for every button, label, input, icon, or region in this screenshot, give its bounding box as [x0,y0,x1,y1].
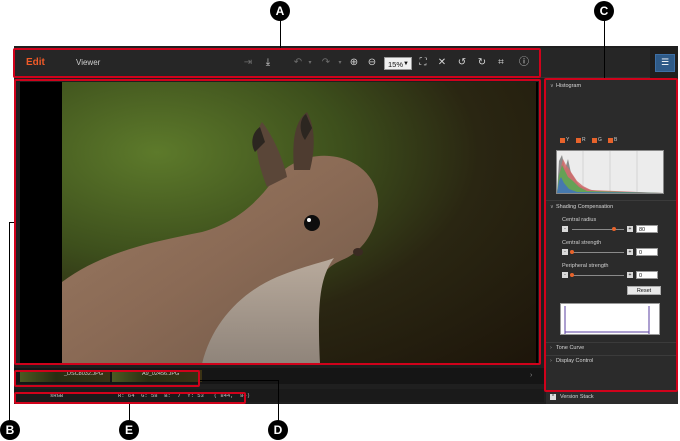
adjustments-panel-button[interactable]: ☰ [655,54,675,72]
redo-icon[interactable]: ↷ [320,57,332,69]
shading-preview-graph [560,303,660,335]
tone-curve-header[interactable]: › Tone Curve [550,345,584,351]
chevron-right-icon[interactable]: › [530,372,532,379]
zoom-out-icon[interactable]: ⊖ [366,57,378,69]
redo-history-icon[interactable]: ▾ [334,57,346,69]
callout-badge-c: C [594,1,614,21]
shading-compensation-header[interactable]: ∨ Shading Compensation [550,204,613,210]
checkbox-b[interactable] [608,138,613,143]
peripheral-strength-slider-handle[interactable] [570,273,574,277]
version-stack-label[interactable]: Version Stack [560,394,594,400]
status-bar: sRGB R: 64 G: 58 B: 7 Y: 53 ( 844, 84) [14,389,544,402]
reset-button[interactable]: Reset [627,286,661,295]
central-strength-minus-button[interactable]: - [562,249,568,255]
channel-label-y: Y [566,137,570,143]
pixel-info: R: 64 G: 58 B: 7 Y: 53 ( 844, 84) [118,392,251,399]
divider [546,355,678,356]
central-radius-input[interactable]: 80 [636,225,658,233]
central-strength-slider-handle[interactable] [570,250,574,254]
checkbox-y[interactable] [560,138,565,143]
central-strength-label: Central strength [562,240,602,246]
info-icon[interactable]: ⓘ [518,57,530,69]
adjustment-panel: ∨ Histogram Y R G B ∨ Shading Compensation [546,80,678,404]
squirrel-photo [62,82,536,364]
callout-leader-d-vertical [278,380,279,422]
save-icon[interactable]: ⤓ [262,57,274,69]
zoom-in-icon[interactable]: ⊕ [348,57,360,69]
display-control-title: Display Control [556,358,594,364]
callout-leader-c [604,20,605,78]
shading-curve [564,306,650,334]
shading-compensation-title: Shading Compensation [556,204,614,210]
zoom-value: 15% [388,60,404,69]
peripheral-strength-input[interactable]: 0 [636,271,658,279]
checkbox-r[interactable] [576,138,581,143]
divider [546,200,678,201]
export-icon[interactable]: ⇥ [242,57,254,69]
callout-badge-e: E [119,420,139,440]
display-control-header[interactable]: › Display Control [550,358,593,364]
image-view[interactable] [20,82,538,364]
central-radius-label: Central radius [562,217,597,223]
tab-viewer[interactable]: Viewer [76,58,100,67]
version-stack-toggle[interactable]: ^ [550,394,556,400]
channel-label-r: R [582,137,586,143]
peripheral-strength-label: Peripheral strength [562,263,609,269]
channel-label-g: G [598,137,602,143]
histogram-title: Histogram [556,83,582,89]
tone-curve-title: Tone Curve [556,345,585,351]
central-radius-plus-button[interactable]: + [627,226,633,232]
rotate-right-icon[interactable]: ↻ [476,57,488,69]
undo-icon[interactable]: ↶ [292,57,304,69]
thumbnail-label: _DSC8032.JPG [64,371,104,377]
thumbnail-strip: _DSC8032.JPG A9_02456.JPG › [14,368,544,384]
callout-leader-a [280,20,281,48]
color-space-label: sRGB [50,392,64,399]
central-radius-slider[interactable] [572,229,624,230]
central-radius-slider-handle[interactable] [611,227,616,231]
toolbar: Edit Viewer ⇥ ⤓ ↶ ▾ ↷ ▾ ⊕ ⊖ 15% ▼ ⛶ ✕ ↺ … [14,48,650,78]
undo-history-icon[interactable]: ▾ [304,57,316,69]
chevron-down-icon: ▼ [403,61,409,67]
crop-icon[interactable]: ⌗ [495,57,507,69]
channel-label-b: B [614,137,618,143]
callout-leader-b-vertical [9,222,10,422]
callout-leader-d [200,380,279,381]
central-strength-plus-button[interactable]: + [627,249,633,255]
tab-edit[interactable]: Edit [26,57,45,68]
rotate-left-icon[interactable]: ↺ [456,57,468,69]
callout-badge-d: D [268,420,288,440]
fit-window-icon[interactable]: ⛶ [417,57,429,69]
full-screen-icon[interactable]: ✕ [436,57,448,69]
thumbnail-label: A9_02456.JPG [142,371,180,377]
squirrel-illustration [62,112,379,364]
divider [546,390,678,391]
zoom-select[interactable]: 15% ▼ [384,57,412,70]
histogram-chart [556,150,664,194]
callout-badge-b: B [0,420,20,440]
central-strength-input[interactable]: 0 [636,248,658,256]
divider [546,342,678,343]
histogram-graph [557,151,663,193]
peripheral-strength-slider[interactable] [572,275,624,276]
central-strength-slider[interactable] [572,252,624,253]
histogram-header[interactable]: ∨ Histogram [550,83,581,89]
edit-app-window: Edit Viewer ⇥ ⤓ ↶ ▾ ↷ ▾ ⊕ ⊖ 15% ▼ ⛶ ✕ ↺ … [14,46,678,404]
central-radius-minus-button[interactable]: - [562,226,568,232]
peripheral-strength-plus-button[interactable]: + [627,272,633,278]
adjustments-icon: ☰ [660,58,670,68]
peripheral-strength-minus-button[interactable]: - [562,272,568,278]
callout-badge-a: A [270,1,290,21]
checkbox-g[interactable] [592,138,597,143]
